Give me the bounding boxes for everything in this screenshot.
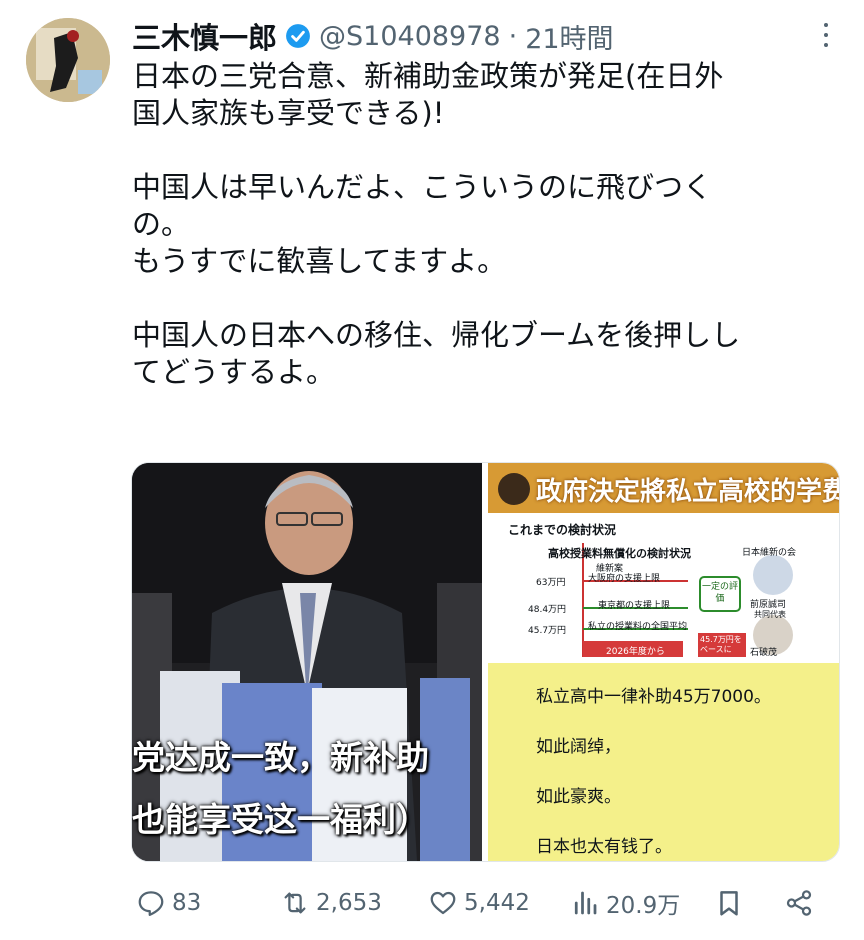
- views-icon: [574, 891, 597, 915]
- tweet-text-line: もうすでに歓喜してますよ。: [132, 244, 507, 278]
- chart-row-label: 大阪府の支援上限: [588, 574, 661, 584]
- tweet-text-line: 日本の三党合意、新補助金政策が発足(在日外: [132, 59, 724, 93]
- author-handle[interactable]: @S10408978: [319, 21, 501, 52]
- image-text-line: 如此豪爽。: [536, 787, 621, 807]
- image-text-line: 私立高中一律补助45万7000。: [536, 687, 771, 707]
- chart-footer: 45.7万円をベースに: [700, 635, 742, 654]
- media-grid: 党达成一致，新补助 也能享受这一福利） 政府決定將私立高校的学费无偿化补助 これ…: [131, 462, 840, 862]
- tweet-text-line: 国人家族も享受できる)!: [132, 96, 445, 130]
- chart-heading: これまでの検討状況: [508, 523, 617, 537]
- repost-icon: [284, 892, 306, 914]
- share-button[interactable]: [784, 880, 814, 926]
- repost-button[interactable]: 2,653: [280, 880, 382, 926]
- chart-badge: 一定の評価: [702, 582, 739, 604]
- chart-person-title: 共同代表: [754, 610, 786, 619]
- like-count: 5,442: [464, 890, 530, 916]
- views-button[interactable]: 20.9万: [570, 880, 680, 926]
- reply-icon: [138, 891, 164, 916]
- chart-footer: 2026年度から: [606, 647, 665, 657]
- author-name[interactable]: 三木慎一郎: [132, 15, 277, 57]
- tweet-text-line: [132, 132, 842, 169]
- action-bar: 83 2,653 5,442 20.9万: [132, 880, 832, 926]
- like-button[interactable]: 5,442: [428, 880, 530, 926]
- bookmark-icon: [720, 891, 738, 916]
- tweet-time[interactable]: 21時間: [525, 17, 613, 56]
- reply-button[interactable]: 83: [136, 880, 201, 926]
- bookmark-button[interactable]: [714, 880, 744, 926]
- avatar[interactable]: [26, 18, 110, 102]
- chart-row-value: 48.4万円: [528, 605, 567, 615]
- more-options-icon[interactable]: [816, 20, 836, 50]
- heart-icon: [430, 891, 456, 915]
- chart-row-label: 東京都の支援上限: [598, 601, 671, 611]
- reply-count: 83: [172, 890, 202, 916]
- chart-party: 日本維新の会: [742, 548, 797, 558]
- chart-subheading: 高校授業料無償化の検討状況: [548, 547, 691, 560]
- media-image-left[interactable]: 党达成一致，新补助 也能享受这一福利）: [132, 463, 482, 861]
- tweet-text-line: 中国人の日本への移住、帰化ブームを後押しし: [132, 318, 741, 352]
- tweet-text: 日本の三党合意、新補助金政策が発足(在日外 国人家族も享受できる)! 中国人は早…: [132, 58, 842, 391]
- chart-row-value: 63万円: [536, 578, 566, 588]
- views-count: 20.9万: [606, 893, 681, 919]
- repost-count: 2,653: [316, 890, 382, 916]
- tweet-header: 三木慎一郎 @S10408978 · 21時間: [132, 14, 834, 58]
- tweet-text-line: 中国人は早いんだよ、こういうのに飛びつく: [132, 170, 713, 204]
- chart-row-value: 45.7万円: [528, 626, 567, 636]
- chart-row-label: 私立の授業料の全国平均: [588, 622, 688, 632]
- share-icon: [786, 890, 812, 916]
- media-image-right-top[interactable]: 政府決定將私立高校的学费无偿化补助 これまでの検討状況 高校授業料無償化の検討状…: [488, 463, 839, 657]
- tweet-text-line: の。: [132, 207, 191, 241]
- verified-badge-icon: [286, 24, 310, 48]
- tweet-text-line: てどうするよ。: [132, 355, 336, 389]
- image-caption: 也能享受这一福利）: [132, 800, 429, 839]
- media-image-right-bottom[interactable]: 私立高中一律补助45万7000。 如此阔绰， 如此豪爽。 日本也太有钱了。: [488, 663, 839, 861]
- chart-person-name: 石破茂: [750, 648, 778, 657]
- image-text-line: 如此阔绰，: [536, 737, 621, 757]
- tweet-text-line: [132, 280, 842, 317]
- image-caption: 党达成一致，新补助: [132, 738, 429, 777]
- image-text-line: 日本也太有钱了。: [536, 837, 672, 857]
- separator-dot: ·: [508, 20, 518, 52]
